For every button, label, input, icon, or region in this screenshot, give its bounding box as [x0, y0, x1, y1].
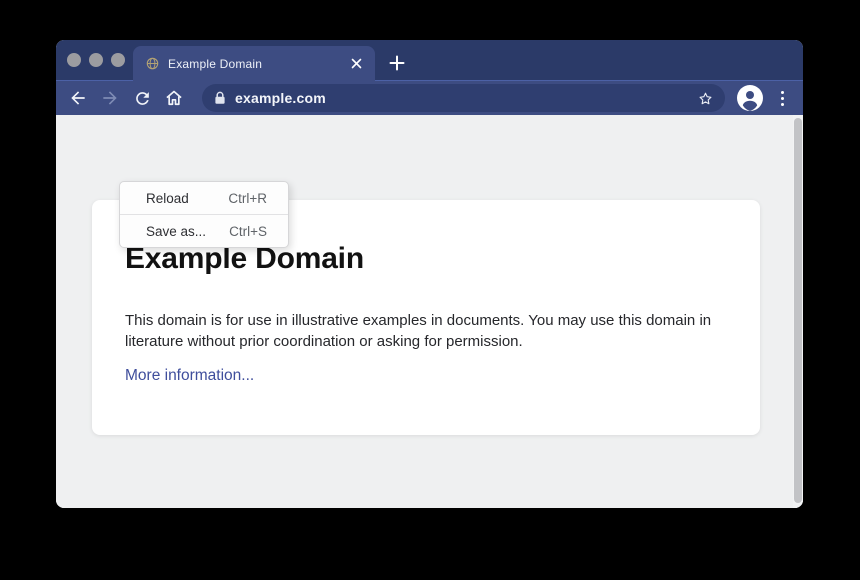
scrollbar-track	[793, 115, 803, 508]
kebab-menu-icon[interactable]	[771, 85, 793, 111]
star-outline-icon	[697, 90, 714, 107]
padlock-icon	[214, 91, 226, 105]
traffic-lights	[67, 53, 125, 67]
arrow-right-icon	[100, 88, 120, 108]
menu-item-label: Save as...	[146, 224, 206, 239]
back-button[interactable]	[64, 84, 92, 112]
address-bar[interactable]: example.com	[202, 84, 725, 112]
forward-button[interactable]	[96, 84, 124, 112]
page-paragraph: This domain is for use in illustrative e…	[125, 310, 713, 352]
arrow-left-icon	[68, 88, 88, 108]
tab-title: Example Domain	[168, 57, 347, 71]
menu-item-save-as[interactable]: Save as... Ctrl+S	[120, 215, 288, 247]
refresh-icon	[133, 89, 152, 108]
menu-item-shortcut: Ctrl+R	[228, 191, 267, 206]
scrollbar-thumb[interactable]	[794, 118, 802, 503]
menu-item-shortcut: Ctrl+S	[229, 224, 267, 239]
plus-icon	[389, 55, 405, 71]
page-viewport: Example Domain This domain is for use in…	[56, 115, 803, 508]
new-tab-button[interactable]	[384, 50, 410, 76]
globe-icon	[146, 57, 159, 70]
close-icon[interactable]	[347, 55, 365, 73]
home-button[interactable]	[160, 84, 188, 112]
avatar-person-icon	[737, 85, 763, 111]
toolbar: example.com	[56, 80, 803, 115]
titlebar: Example Domain	[56, 40, 803, 80]
profile-button[interactable]	[737, 85, 763, 111]
tab-example-domain[interactable]: Example Domain	[133, 46, 375, 81]
browser-window: Example Domain	[56, 40, 803, 508]
url-text: example.com	[235, 90, 693, 106]
more-information-link[interactable]: More information...	[125, 367, 254, 385]
context-menu: Reload Ctrl+R Save as... Ctrl+S	[119, 181, 289, 248]
menu-item-label: Reload	[146, 191, 189, 206]
reload-button[interactable]	[128, 84, 156, 112]
maximize-window-button[interactable]	[111, 53, 125, 67]
close-window-button[interactable]	[67, 53, 81, 67]
minimize-window-button[interactable]	[89, 53, 103, 67]
house-icon	[164, 88, 184, 108]
bookmark-star-button[interactable]	[693, 86, 717, 110]
menu-item-reload[interactable]: Reload Ctrl+R	[120, 182, 288, 214]
